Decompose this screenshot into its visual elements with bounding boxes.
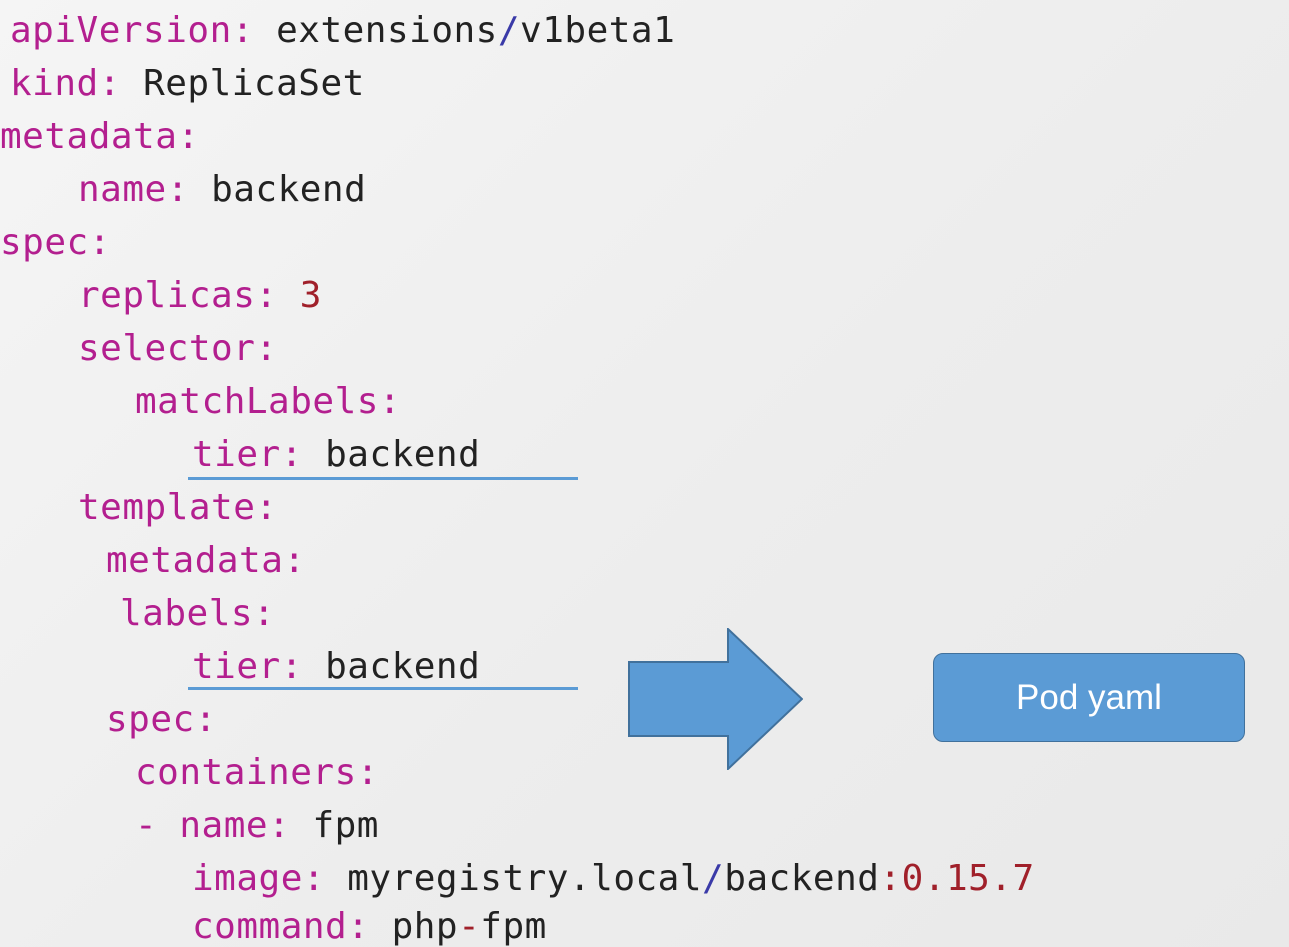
yaml-value: php: [391, 906, 459, 947]
code-line-kind: kind: ReplicaSet: [10, 57, 365, 110]
code-line-labels: labels:: [120, 587, 275, 640]
code-line-command: command: php-fpm: [192, 900, 547, 947]
yaml-value: myregistry.local: [347, 858, 703, 899]
code-line-name: name: backend: [78, 163, 366, 216]
yaml-key: kind:: [10, 63, 121, 104]
yaml-key: matchLabels:: [135, 381, 402, 422]
code-line-containers: containers:: [135, 746, 379, 799]
yaml-value: backend: [325, 434, 481, 475]
yaml-key: apiVersion:: [10, 10, 254, 51]
yaml-value: extensions: [276, 10, 498, 51]
code-line-metadata: metadata:: [0, 110, 200, 163]
code-line-matchlabels: matchLabels:: [135, 375, 401, 428]
yaml-key: name:: [179, 805, 291, 846]
code-line-spec: spec:: [0, 216, 111, 269]
code-line-template: template:: [78, 481, 278, 534]
yaml-value: fpm: [312, 805, 379, 846]
code-line-container-name: - name: fpm: [135, 799, 379, 852]
yaml-value: ReplicaSet: [143, 63, 365, 104]
code-line-labels-tier: tier: backend: [192, 640, 480, 693]
right-arrow-icon: [628, 628, 803, 770]
yaml-key: tier:: [192, 646, 303, 687]
yaml-separator: -: [458, 906, 481, 947]
yaml-key: name:: [78, 169, 189, 210]
yaml-value: v1beta1: [520, 10, 676, 51]
yaml-code-block: apiVersion: extensions/v1beta1 kind: Rep…: [0, 0, 1289, 947]
yaml-separator: :: [879, 858, 902, 899]
yaml-dash: -: [135, 805, 158, 846]
yaml-key: metadata:: [106, 540, 306, 581]
code-line-apiversion: apiVersion: extensions/v1beta1: [10, 4, 675, 57]
yaml-value: backend: [325, 646, 481, 687]
slide: apiVersion: extensions/v1beta1 kind: Rep…: [0, 0, 1289, 947]
yaml-key: tier:: [192, 434, 303, 475]
yaml-key: selector:: [78, 328, 278, 369]
code-line-selector-tier: tier: backend: [192, 428, 480, 481]
yaml-key: spec:: [106, 699, 217, 740]
pod-yaml-label: Pod yaml: [1016, 677, 1162, 717]
yaml-key: metadata:: [0, 116, 200, 157]
yaml-key: replicas:: [78, 275, 278, 316]
yaml-number: 0.15.7: [901, 858, 1035, 899]
selector-tier-underline: [188, 477, 578, 480]
yaml-value: fpm: [480, 906, 547, 947]
yaml-key: template:: [78, 487, 278, 528]
code-line-replicas: replicas: 3: [78, 269, 322, 322]
yaml-key: image:: [192, 858, 326, 899]
yaml-value: backend: [724, 858, 880, 899]
pod-yaml-callout: Pod yaml: [933, 653, 1245, 742]
yaml-separator: /: [497, 10, 521, 51]
yaml-key: spec:: [0, 222, 111, 263]
yaml-key: containers:: [135, 752, 379, 793]
labels-tier-underline: [188, 687, 578, 690]
yaml-key: command:: [192, 906, 370, 947]
code-line-template-metadata: metadata:: [106, 534, 306, 587]
code-line-selector: selector:: [78, 322, 278, 375]
yaml-key: labels:: [120, 593, 276, 634]
yaml-number: 3: [299, 275, 322, 316]
yaml-separator: /: [702, 858, 725, 899]
code-line-image: image: myregistry.local/backend:0.15.7: [192, 852, 1035, 905]
right-arrow-shape: [628, 628, 803, 770]
yaml-value: backend: [211, 169, 367, 210]
code-line-template-spec: spec:: [106, 693, 217, 746]
